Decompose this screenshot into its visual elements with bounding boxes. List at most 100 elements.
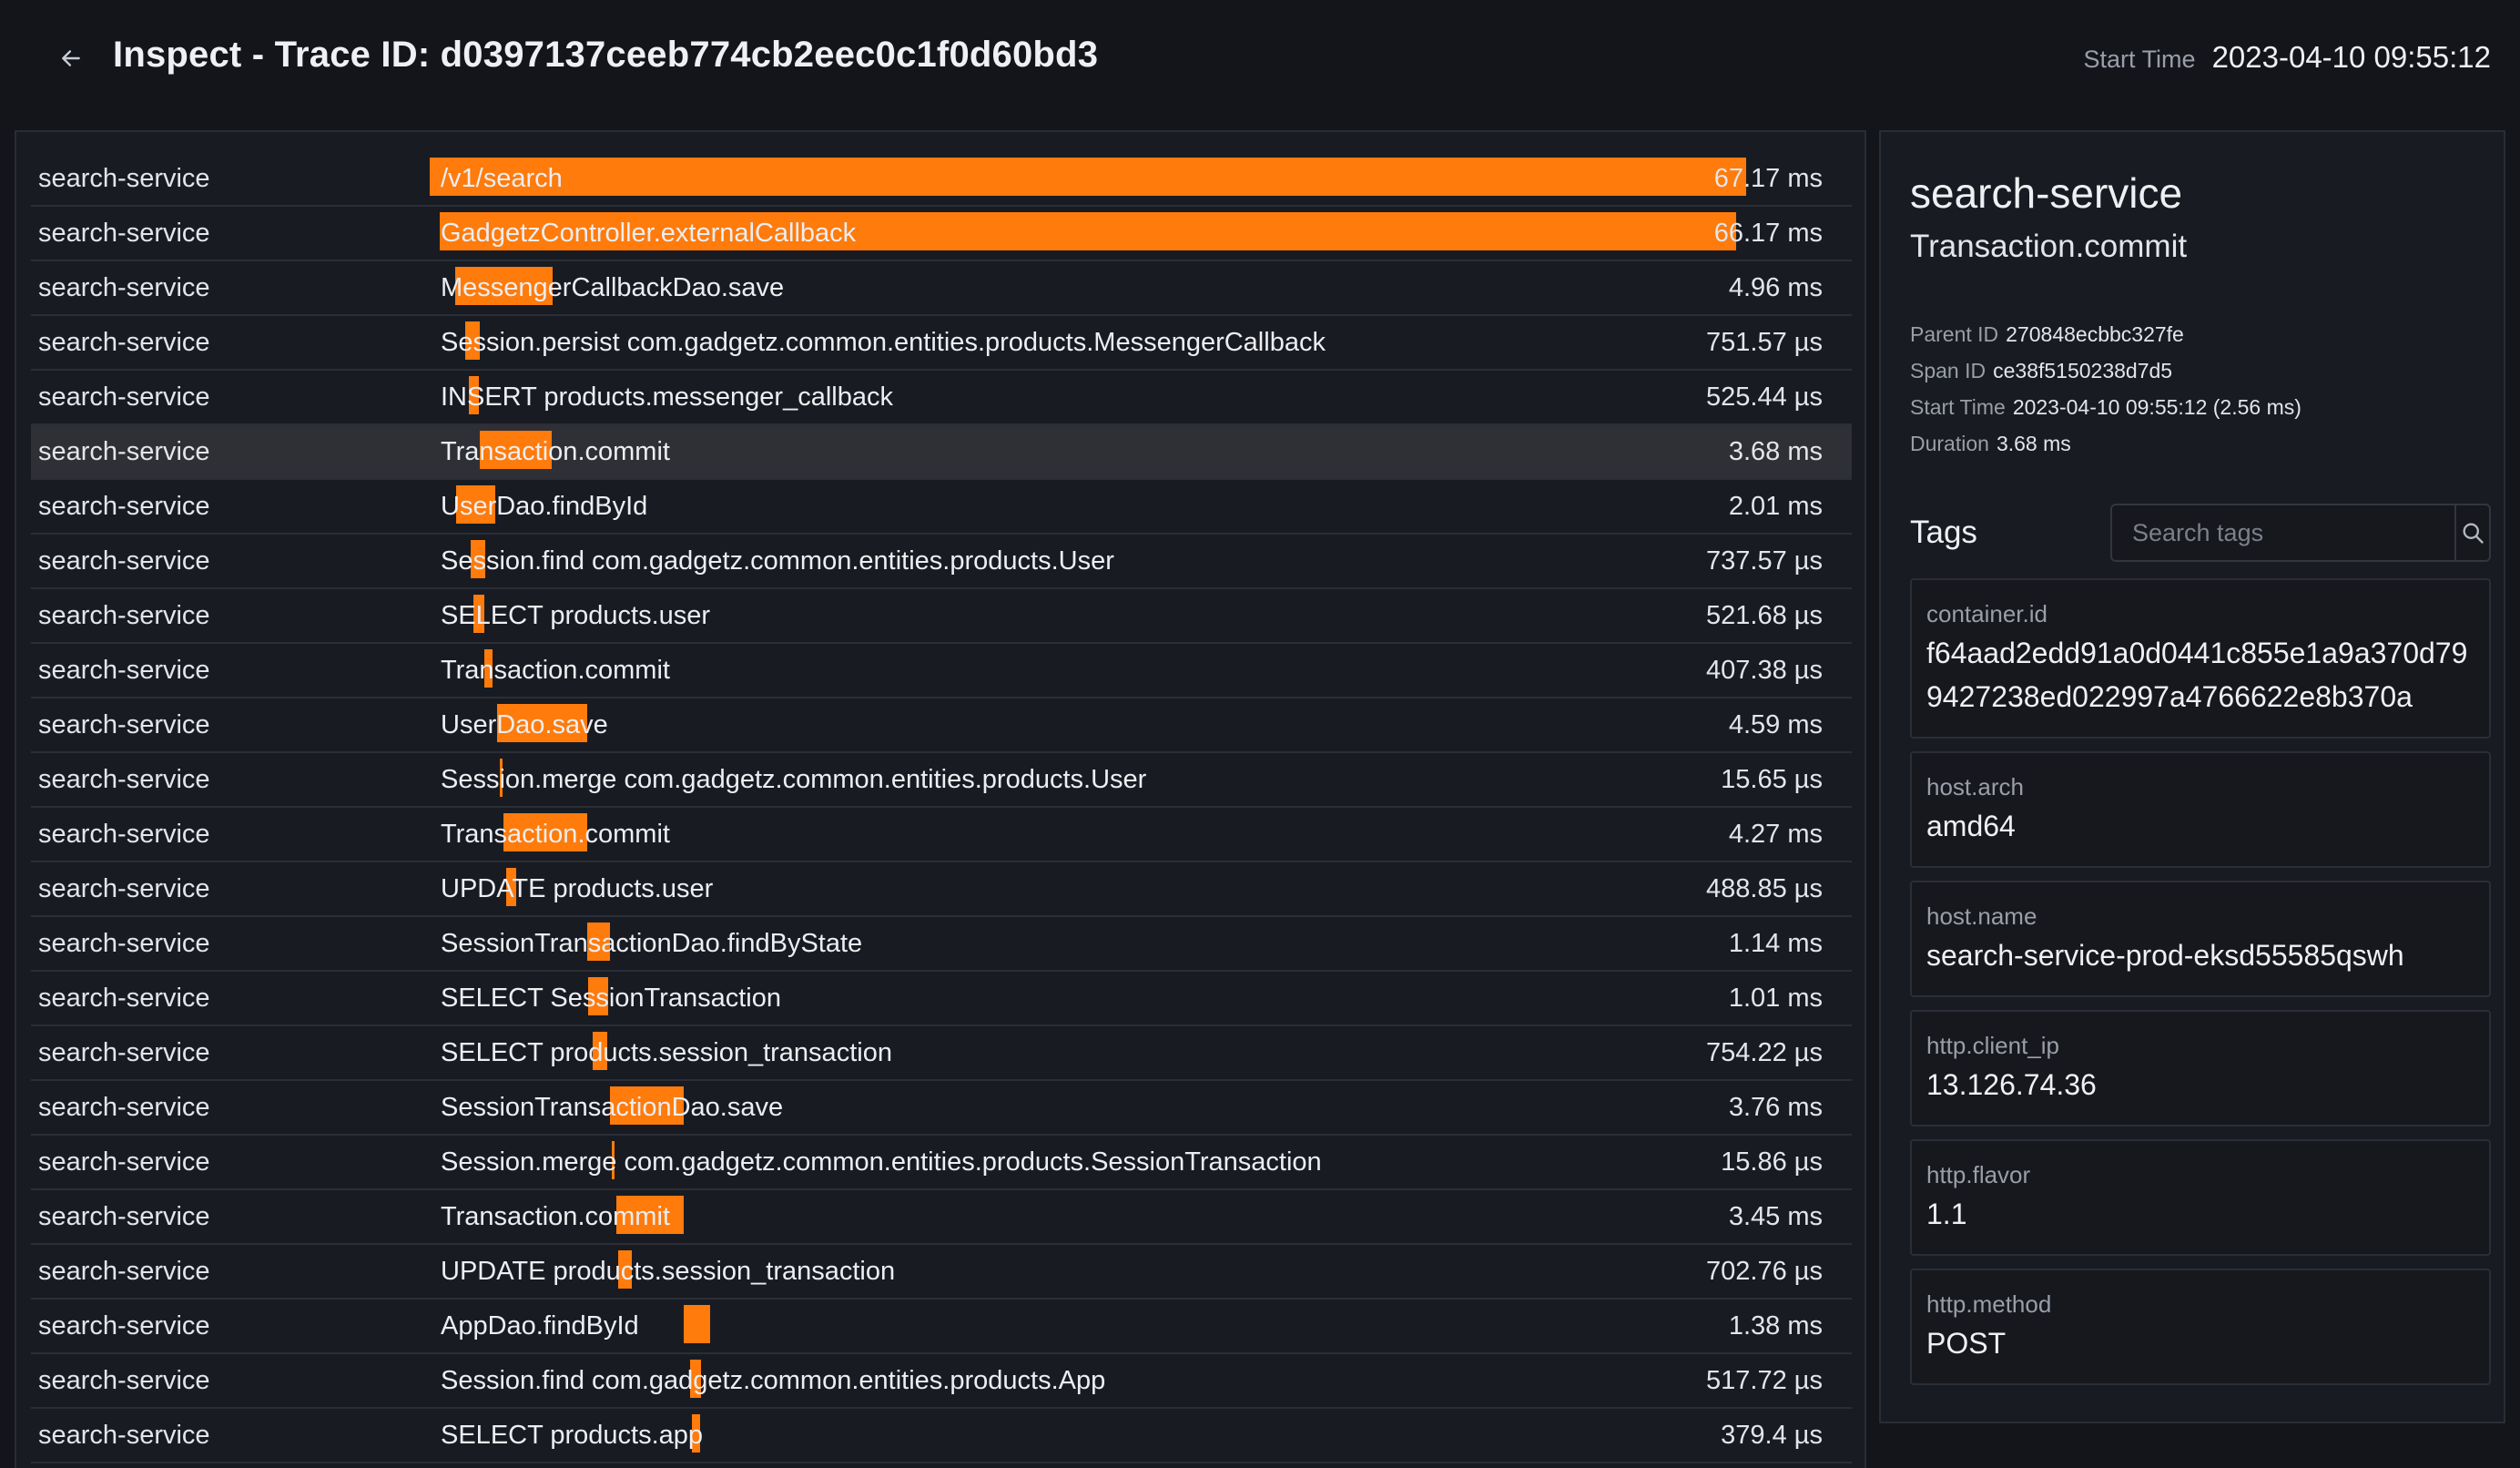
span-service: search-service (38, 1147, 210, 1177)
detail-service-name: search-service (1910, 169, 2183, 217)
span-operation-name: GadgetzController.externalCallback (441, 219, 857, 248)
span-service: search-service (38, 984, 210, 1013)
tag-item: http.flavor 1.1 (1910, 1139, 2491, 1256)
span-row[interactable]: search-service UserDao.findById 2.01 ms (31, 480, 1852, 535)
span-row[interactable]: search-service MessengerCallbackDao.save 4… (31, 261, 1852, 316)
span-row[interactable]: search-service AppDao.findById 1.38 ms (31, 1300, 1852, 1354)
parent-id-label: Parent ID (1910, 322, 1999, 346)
span-service: search-service (38, 492, 210, 521)
start-time-label: Start Time (2083, 46, 2196, 73)
span-operation-name: SELECT products.user (441, 601, 711, 630)
span-operation-name: UserDao.save (441, 710, 608, 739)
span-operation-name: UserDao.findById (441, 492, 648, 521)
span-row[interactable]: search-service SELECT SessionTransaction 1… (31, 972, 1852, 1026)
back-button[interactable] (53, 40, 89, 76)
span-duration: 379.4 µs (1721, 1421, 1823, 1450)
span-row[interactable]: search-service SessionTransactionDao.save… (31, 1081, 1852, 1136)
span-service: search-service (38, 382, 210, 412)
span-duration-label: Duration (1910, 432, 1989, 455)
tag-value: f64aad2edd91a0d0441c855e1a9a370d79942723… (1926, 637, 2468, 713)
span-row[interactable]: search-service SELECT products.app 379.4 µ… (31, 1409, 1852, 1463)
span-operation-name: Transaction.commit (441, 1202, 670, 1231)
span-row[interactable]: search-service Transaction.commit 407.38 µ… (31, 644, 1852, 698)
span-duration: 525.44 µs (1706, 382, 1823, 412)
span-row[interactable]: search-service Session.find com.gadgetz.c… (31, 1354, 1852, 1409)
tag-value: search-service-prod-eksd55585qswh (1926, 939, 2404, 972)
span-operation-name: SELECT SessionTransaction (441, 984, 781, 1013)
span-operation-name: Session.merge com.gadgetz.common.entitie… (441, 1147, 1322, 1177)
arrow-left-icon (62, 50, 80, 66)
span-row[interactable]: search-service SessionTransactionDao.find… (31, 917, 1852, 972)
span-row[interactable]: search-service UPDATE products.user 488.85… (31, 862, 1852, 917)
span-duration: 66.17 ms (1713, 219, 1823, 248)
detail-operation-name: Transaction.commit (1910, 229, 2188, 264)
span-operation-name: Transaction.commit (441, 820, 670, 849)
span-operation-name: SELECT products.app (441, 1421, 704, 1450)
span-id-label: Span ID (1910, 359, 1987, 382)
span-start-time: Start Time 2023-04-10 09:55:12 (2.56 ms) (1910, 389, 2302, 425)
span-duration-bar (683, 1305, 711, 1343)
span-operation-name: Transaction.commit (441, 437, 670, 466)
tag-search-button[interactable] (2454, 505, 2489, 560)
span-duration: 1.01 ms (1728, 984, 1823, 1013)
span-row[interactable]: search-service Session.find com.gadgetz.c… (31, 535, 1852, 589)
span-service: search-service (38, 1093, 210, 1122)
span-row[interactable]: search-service SELECT products.session_tr… (31, 1026, 1852, 1081)
tag-search-input[interactable] (2112, 505, 2454, 560)
span-duration: 3.68 ms (1728, 437, 1823, 466)
span-operation-name: AppDao.findById (441, 1311, 639, 1341)
tag-key: container.id (1926, 600, 2048, 627)
span-duration: 3.76 ms (1728, 1093, 1823, 1122)
trace-start-time: Start Time 2023-04-10 09:55:12 (2084, 40, 2491, 75)
span-operation-name: /v1/search (441, 164, 563, 193)
span-row[interactable]: search-service Session.merge com.gadgetz.… (31, 753, 1852, 808)
span-row[interactable]: search-service UPDATE products.session_tr… (31, 1245, 1852, 1300)
span-row[interactable]: search-service Transaction.commit 4.27 ms (31, 808, 1852, 862)
span-service: search-service (38, 710, 210, 739)
span-service: search-service (38, 1038, 210, 1067)
parent-id: Parent ID 270848ecbbc327fe (1910, 316, 2302, 352)
span-row[interactable]: search-service/v1/search 67.17 ms (31, 152, 1852, 207)
span-duration: 3.45 ms (1728, 1202, 1823, 1231)
span-operation-name: SessionTransactionDao.save (441, 1093, 784, 1122)
tag-key: host.name (1926, 902, 2037, 930)
span-row[interactable]: search-service UserDao.save 4.59 ms (31, 698, 1852, 753)
span-start-time-label: Start Time (1910, 395, 2006, 419)
span-duration: 517.72 µs (1706, 1366, 1823, 1395)
span-id-value: ce38f5150238d7d5 (1993, 359, 2173, 382)
span-operation-name: Transaction.commit (441, 656, 670, 685)
tag-value: POST (1926, 1327, 2007, 1360)
span-service: search-service (38, 1366, 210, 1395)
span-service: search-service (38, 164, 210, 193)
span-row[interactable]: search-service Transaction.commit 3.45 ms (31, 1190, 1852, 1245)
span-duration-bar (430, 158, 1746, 196)
span-row[interactable]: search-service SELECT products.user 521.68… (31, 589, 1852, 644)
span-service: search-service (38, 601, 210, 630)
page-title: Inspect - Trace ID: d0397137ceeb774cb2ee… (113, 35, 1099, 75)
tag-value: 13.126.74.36 (1926, 1068, 2097, 1101)
span-duration: 4.27 ms (1728, 820, 1823, 849)
start-time-value: 2023-04-10 09:55:12 (2211, 40, 2491, 74)
span-detail-panel: search-service Transaction.commit Parent… (1879, 130, 2505, 1423)
span-operation-name: MessengerCallbackDao.save (441, 273, 785, 302)
span-service: search-service (38, 328, 210, 357)
span-row[interactable]: search-service INSERT products.messenger_… (31, 371, 1852, 425)
span-service: search-service (38, 273, 210, 302)
tag-key: http.flavor (1926, 1161, 2031, 1188)
span-duration: 488.85 µs (1706, 874, 1823, 903)
tag-item: host.arch amd64 (1910, 751, 2491, 868)
span-service: search-service (38, 765, 210, 794)
span-service: search-service (38, 656, 210, 685)
span-service: search-service (38, 820, 210, 849)
span-service: search-service (38, 1257, 210, 1286)
span-duration: 751.57 µs (1706, 328, 1823, 357)
span-row[interactable]: search-service GadgetzController.external… (31, 207, 1852, 261)
span-row[interactable]: search-service Session.persist com.gadget… (31, 316, 1852, 371)
span-row[interactable]: search-service Transaction.commit 3.68 ms (31, 425, 1852, 480)
tag-key: host.arch (1926, 773, 2024, 800)
tag-value: 1.1 (1926, 1198, 1967, 1230)
span-duration: 521.68 µs (1706, 601, 1823, 630)
span-service: search-service (38, 1202, 210, 1231)
span-metadata: Parent ID 270848ecbbc327fe Span ID ce38f51… (1910, 316, 2302, 462)
span-row[interactable]: search-service Session.merge com.gadgetz.… (31, 1136, 1852, 1190)
